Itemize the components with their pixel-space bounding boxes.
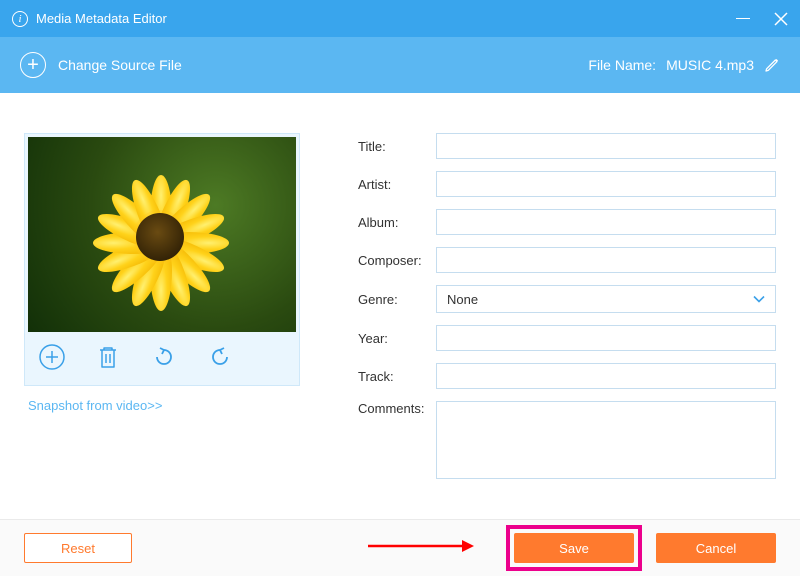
toolbar: Change Source File File Name: MUSIC 4.mp… bbox=[0, 37, 800, 93]
close-icon[interactable] bbox=[774, 12, 788, 26]
artwork-tools bbox=[28, 332, 296, 382]
plus-circle-icon[interactable] bbox=[20, 52, 46, 78]
comments-label: Comments: bbox=[358, 401, 436, 416]
composer-input[interactable] bbox=[436, 247, 776, 273]
year-input[interactable] bbox=[436, 325, 776, 351]
title-label: Title: bbox=[358, 139, 436, 154]
chevron-down-icon bbox=[753, 292, 765, 307]
snapshot-link[interactable]: Snapshot from video>> bbox=[24, 386, 300, 425]
track-label: Track: bbox=[358, 369, 436, 384]
footer: Reset Save Cancel bbox=[0, 519, 800, 576]
filename-value: MUSIC 4.mp3 bbox=[666, 57, 754, 73]
artwork-card bbox=[24, 133, 300, 386]
artist-label: Artist: bbox=[358, 177, 436, 192]
form-column: Title: Artist: Album: Composer: Genre: N… bbox=[300, 133, 776, 517]
composer-label: Composer: bbox=[358, 253, 436, 268]
title-input[interactable] bbox=[436, 133, 776, 159]
edit-filename-icon[interactable] bbox=[764, 57, 780, 73]
genre-label: Genre: bbox=[358, 292, 436, 307]
reset-button[interactable]: Reset bbox=[24, 533, 132, 563]
artwork-column: Snapshot from video>> bbox=[24, 133, 300, 517]
comments-textarea[interactable] bbox=[436, 401, 776, 479]
add-artwork-button[interactable] bbox=[38, 343, 66, 371]
year-label: Year: bbox=[358, 331, 436, 346]
info-icon: i bbox=[12, 11, 28, 27]
cancel-button[interactable]: Cancel bbox=[656, 533, 776, 563]
delete-artwork-button[interactable] bbox=[94, 343, 122, 371]
genre-value: None bbox=[447, 292, 478, 307]
track-input[interactable] bbox=[436, 363, 776, 389]
arrow-annotation-icon bbox=[366, 538, 476, 559]
rotate-right-button[interactable] bbox=[206, 343, 234, 371]
content-area: Snapshot from video>> Title: Artist: Alb… bbox=[0, 93, 800, 517]
artist-input[interactable] bbox=[436, 171, 776, 197]
window-title: Media Metadata Editor bbox=[36, 11, 167, 26]
artwork-image bbox=[28, 137, 296, 332]
rotate-left-button[interactable] bbox=[150, 343, 178, 371]
album-label: Album: bbox=[358, 215, 436, 230]
genre-select[interactable]: None bbox=[436, 285, 776, 313]
save-button[interactable]: Save bbox=[514, 533, 634, 563]
save-button-highlight: Save bbox=[506, 525, 642, 571]
titlebar: i Media Metadata Editor bbox=[0, 0, 800, 37]
filename-label: File Name: bbox=[588, 57, 656, 73]
change-source-button[interactable]: Change Source File bbox=[58, 57, 182, 73]
minimize-icon[interactable] bbox=[736, 18, 750, 19]
album-input[interactable] bbox=[436, 209, 776, 235]
